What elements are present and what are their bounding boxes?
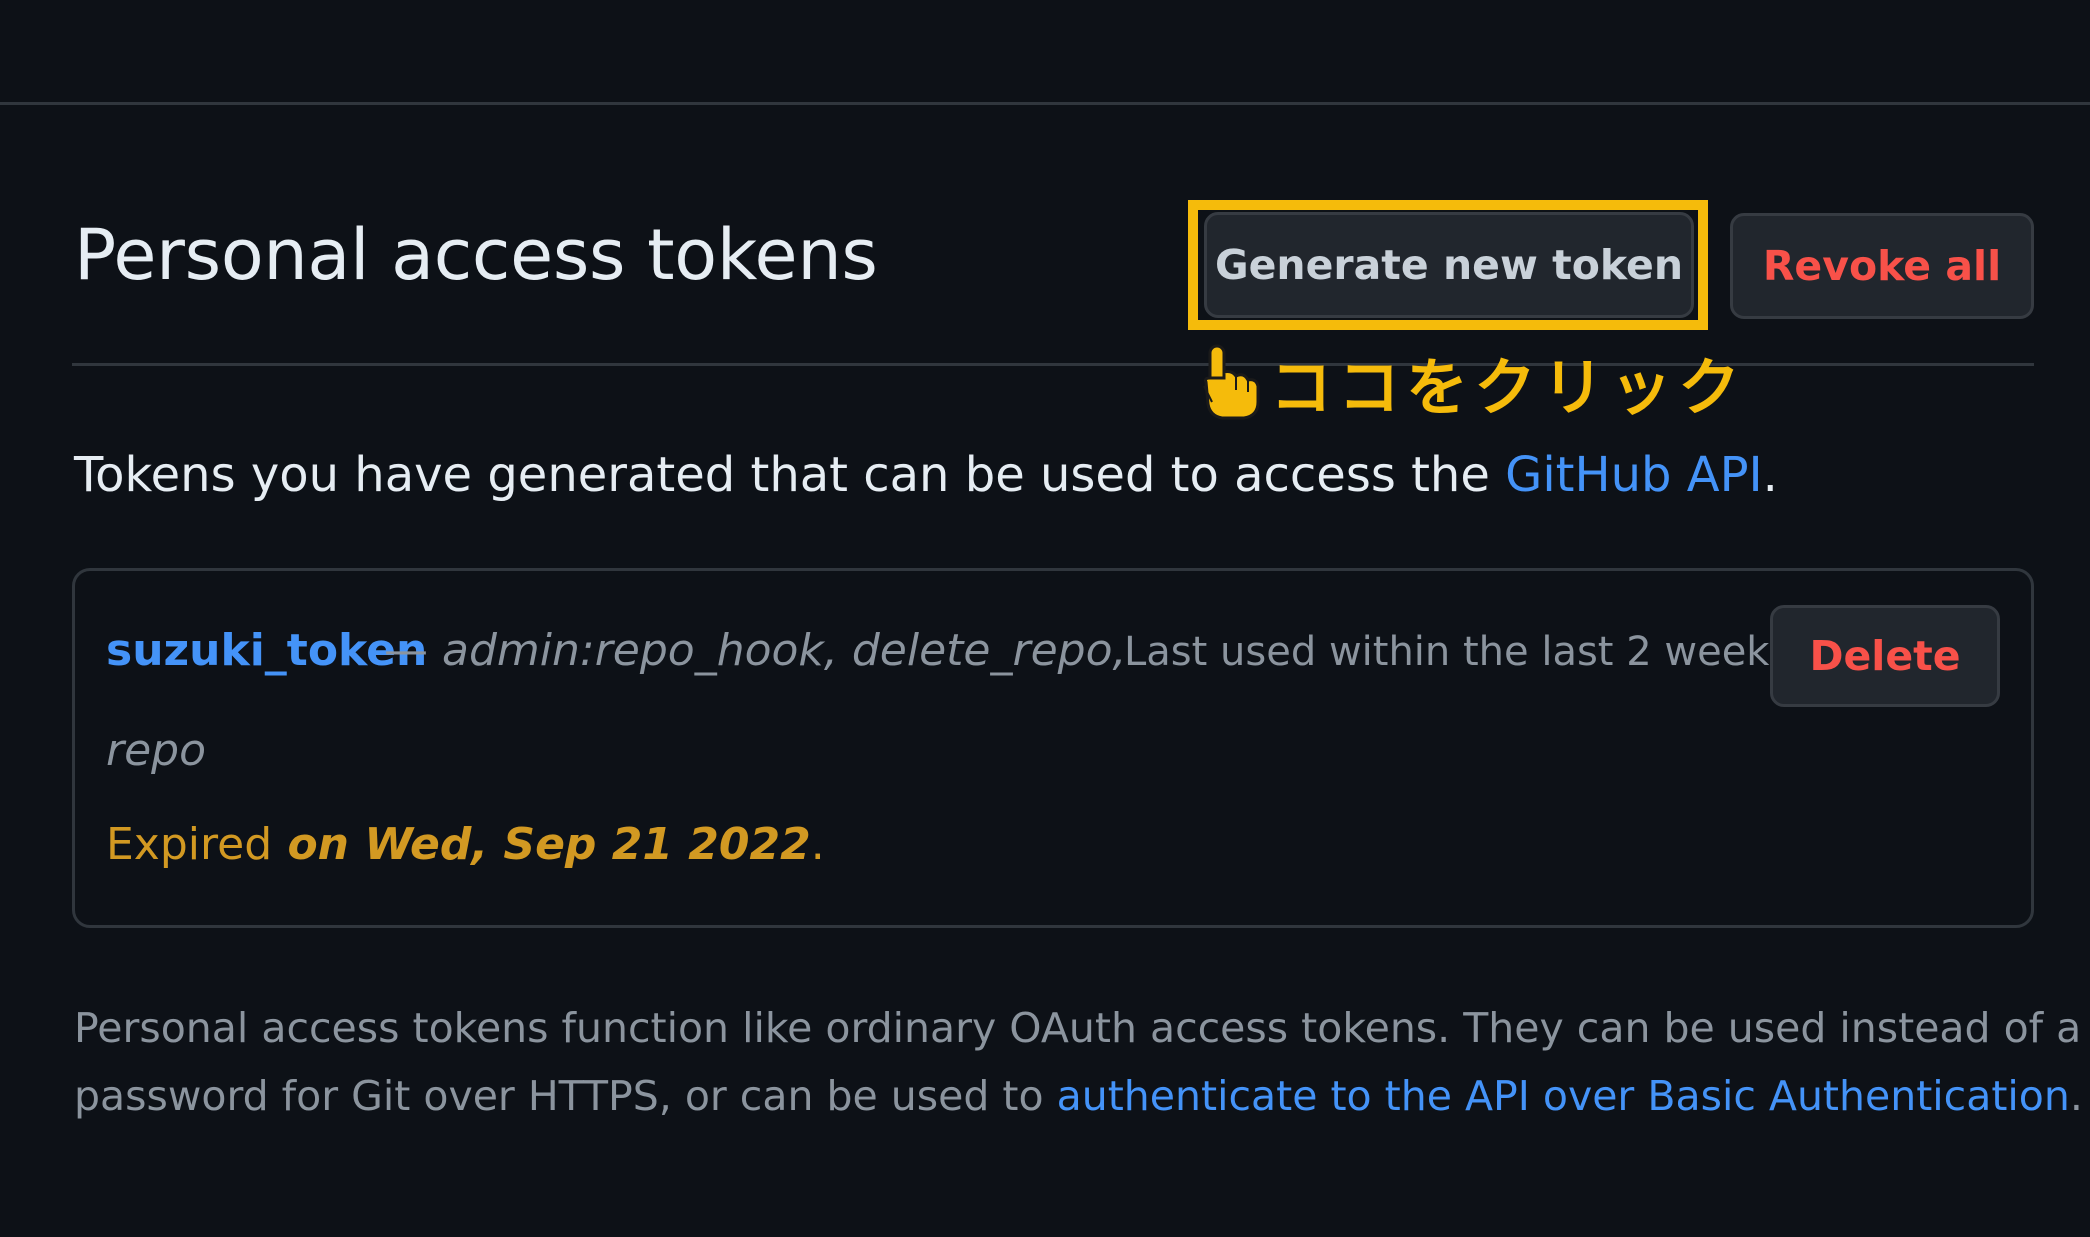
- delete-token-button[interactable]: Delete: [1770, 605, 2000, 707]
- token-expiration: Expired on Wed, Sep 21 2022.: [106, 816, 825, 874]
- revoke-all-button[interactable]: Revoke all: [1730, 213, 2034, 319]
- intro-text-after: .: [1762, 447, 1778, 503]
- token-scopes: — admin:repo_hook, delete_repo,: [384, 622, 1127, 680]
- top-divider: [0, 102, 2090, 105]
- expired-label: Expired: [106, 819, 273, 870]
- footnote-line2: password for Git over HTTPS, or can be u…: [74, 1062, 2083, 1130]
- expired-end: .: [810, 819, 825, 870]
- pointing-hand-icon: [1203, 344, 1260, 420]
- footnote-line1: Personal access tokens function like ord…: [74, 1004, 2082, 1052]
- click-here-annotation: ココをクリック: [1196, 342, 1746, 424]
- intro-text-before: Tokens you have generated that can be us…: [74, 447, 1506, 503]
- expired-date: on Wed, Sep 21 2022: [272, 819, 811, 870]
- token-separator: —: [384, 625, 442, 676]
- github-api-link[interactable]: GitHub API: [1505, 447, 1763, 503]
- page-title: Personal access tokens: [74, 214, 878, 296]
- footnote: Personal access tokens function like ord…: [74, 994, 2083, 1130]
- intro-text: Tokens you have generated that can be us…: [74, 444, 1778, 506]
- footnote-line2-after: .: [2069, 1072, 2083, 1120]
- basic-auth-link[interactable]: authenticate to the API over Basic Authe…: [1057, 1072, 2070, 1120]
- token-scopes-line2: repo: [106, 725, 207, 776]
- token-name-link[interactable]: suzuki_token: [106, 622, 427, 680]
- generate-new-token-button[interactable]: Generate new token: [1204, 212, 1694, 318]
- footnote-line2-before: password for Git over HTTPS, or can be u…: [74, 1072, 1057, 1120]
- annotation-text: ココをクリック: [1270, 351, 1747, 424]
- token-scopes-line1: admin:repo_hook, delete_repo,: [442, 625, 1127, 676]
- token-last-used: Last used within the last 2 weeks: [1124, 629, 1791, 675]
